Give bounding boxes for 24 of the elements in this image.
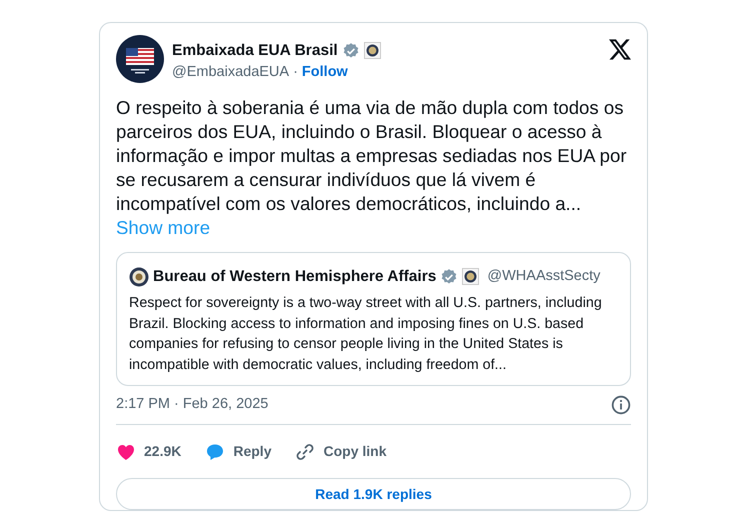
author-handle[interactable]: @EmbaixadaEUA bbox=[172, 62, 290, 84]
quoted-author-handle: @WHAAsstSecty bbox=[487, 266, 600, 286]
separator-dot: · bbox=[293, 63, 298, 82]
quoted-author-name: Bureau of Western Hemisphere Affairs bbox=[153, 267, 436, 287]
avatar bbox=[116, 35, 164, 83]
seal-avatar-icon bbox=[129, 266, 149, 287]
author-name[interactable]: Embaixada EUA Brasil bbox=[172, 39, 338, 62]
tweet-text: O respeito à soberania é uma via de mão dupla com todos os parceiros dos EUA, incluindo o Brasil. Bloquear o acesso à informação e impor multas a empresas sediadas nos EUA por se recusarem a censurar indivíduos que lá vivem é incompatível com os valores democráticos, incluindo a... Show more bbox=[116, 96, 628, 240]
info-icon[interactable] bbox=[611, 395, 631, 416]
read-replies-button[interactable]: Read 1.9K replies bbox=[116, 478, 631, 510]
link-icon bbox=[295, 442, 316, 462]
quoted-tweet-text: Respect for sovereignty is a two-way street with all U.S. partners, including Brazil. Blocking access to information and imposing fines on U.S. based companies for refusing to censor people living in the United States is incompatible with democratic values, including freedom of... bbox=[129, 294, 603, 375]
verified-badge-icon bbox=[440, 268, 458, 286]
speech-bubble-icon bbox=[205, 442, 226, 462]
like-button[interactable]: 22.9K bbox=[116, 441, 182, 462]
seal-icon bbox=[364, 42, 381, 60]
follow-link[interactable]: Follow bbox=[302, 62, 348, 84]
quoted-tweet-card[interactable] bbox=[116, 252, 631, 386]
copy-link-button[interactable]: Copy link bbox=[295, 441, 386, 462]
x-logo-icon[interactable] bbox=[609, 39, 631, 60]
seal-icon bbox=[462, 268, 480, 286]
reply-button[interactable]: Reply bbox=[205, 441, 272, 462]
verified-badge-icon bbox=[342, 42, 360, 60]
timestamp[interactable]: 2:17 PM · Feb 26, 2025 bbox=[116, 394, 268, 416]
